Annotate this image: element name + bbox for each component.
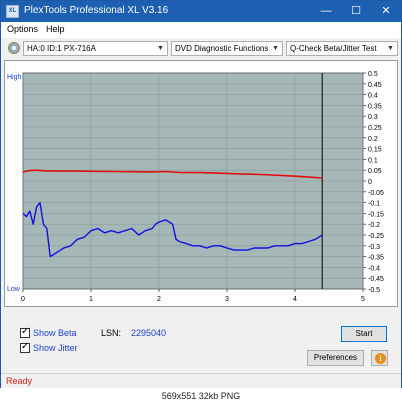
x-tick-label: 0 [21,296,25,303]
lsn-label: LSN: [101,328,122,338]
function-select[interactable]: DVD Diagnostic Functions ▼ [171,41,283,56]
y-tick-label: 0.05 [368,168,382,175]
y-tick-label: -0.5 [368,287,380,294]
options-panel: ✓ Show Beta ✓ Show Jitter LSN: 2295040 S… [1,319,401,372]
show-jitter-label[interactable]: Show Jitter [33,343,78,353]
menu-bar: Options Help [1,22,401,38]
x-tick-label: 3 [225,296,229,303]
function-select-value: DVD Diagnostic Functions [175,44,269,53]
x-tick-label: 1 [89,296,93,303]
test-select[interactable]: Q-Check Beta/Jitter Test ▼ [286,41,398,56]
chart-panel: 0.5 0.45 0.4 0.35 0.3 0.25 0.2 0.15 0.1 0.05 0 -0.0… [4,60,398,307]
status-text: Ready [6,376,33,386]
chevron-down-icon: ▼ [157,45,164,52]
y-tick-label: 0.45 [368,82,382,89]
app-logo-icon: XL [6,5,19,18]
y-tick-label: -0.15 [368,211,384,218]
y-tick-label: 0.3 [368,114,378,121]
info-icon: i [375,353,386,364]
y-tick-label: 0.5 [368,71,378,78]
close-button[interactable]: ✕ [371,1,401,22]
y-tick-label: -0.25 [368,233,384,240]
x-tick-label: 4 [293,296,297,303]
beta-jitter-chart: 0.5 0.45 0.4 0.35 0.3 0.25 0.2 0.15 0.1 0.05 0 -0.0… [7,71,384,303]
test-select-value: Q-Check Beta/Jitter Test [290,44,377,53]
disc-drive-icon [8,42,20,54]
chevron-down-icon: ▼ [272,45,279,52]
y-tick-label: 0.35 [368,103,382,110]
image-caption: 569x551 32kb PNG [0,388,402,404]
y-tick-label: 0.4 [368,93,378,100]
drive-select[interactable]: HA:0 ID:1 PX-716A ▼ [23,41,168,56]
y-tick-label: 0.15 [368,147,382,154]
y-axis-high-label: High [7,74,22,81]
maximize-button[interactable]: ☐ [341,1,371,22]
y-tick-label: 0.1 [368,157,378,164]
y-tick-label: -0.1 [368,201,380,208]
drive-select-value: HA:0 ID:1 PX-716A [27,44,96,53]
lsn-value: 2295040 [131,328,167,338]
toolbar: HA:0 ID:1 PX-716A ▼ DVD Diagnostic Funct… [1,38,401,59]
y-tick-label: -0.35 [368,255,384,262]
check-icon: ✓ [21,326,30,337]
menu-help[interactable]: Help [46,24,65,34]
y-tick-label: 0.25 [368,125,382,132]
y-tick-label: -0.05 [368,190,384,197]
y-tick-label: -0.4 [368,265,380,272]
x-tick-label: 2 [157,296,161,303]
y-tick-label: 0.2 [368,136,378,143]
start-button[interactable]: Start [341,326,387,342]
y-tick-label: -0.45 [368,276,384,283]
app-window: XL PlexTools Professional XL V3.16 — ☐ ✕… [0,0,402,388]
y-tick-label: -0.2 [368,222,380,229]
chevron-down-icon: ▼ [387,45,394,52]
title-bar[interactable]: XL PlexTools Professional XL V3.16 — ☐ ✕ [1,1,401,22]
show-beta-checkbox[interactable]: ✓ [20,326,30,338]
show-beta-label[interactable]: Show Beta [33,328,77,338]
status-bar: Ready [1,373,401,388]
preferences-button[interactable]: Preferences [307,350,364,366]
show-jitter-checkbox[interactable]: ✓ [20,341,30,353]
check-icon: ✓ [21,341,30,352]
y-axis-low-label: Low [7,286,21,293]
minimize-button[interactable]: — [311,1,341,22]
info-button[interactable]: i [371,350,388,366]
menu-options[interactable]: Options [7,24,38,34]
y-tick-label: -0.3 [368,244,380,251]
x-tick-label: 5 [361,296,365,303]
y-tick-label: 0 [368,179,372,186]
window-title: PlexTools Professional XL V3.16 [24,5,169,16]
